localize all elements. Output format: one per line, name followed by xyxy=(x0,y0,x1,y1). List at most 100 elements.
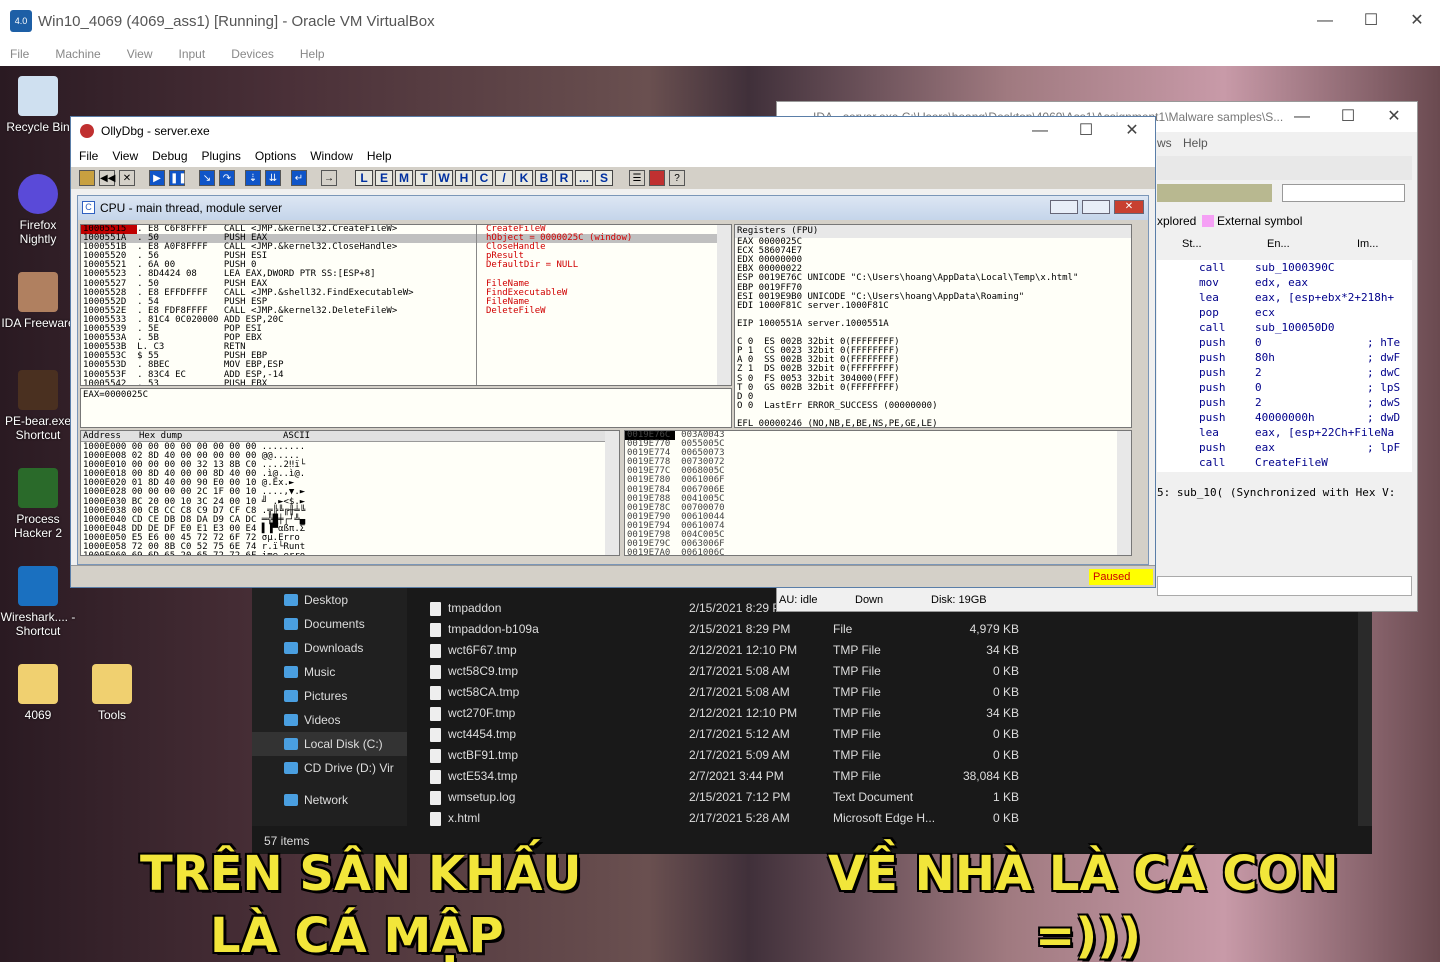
maximize-icon[interactable]: ☐ xyxy=(1348,0,1394,42)
nav-item-local-disk[interactable]: Local Disk (C:) xyxy=(252,732,407,756)
log-button[interactable]: L xyxy=(355,170,373,186)
breakpoints-button[interactable]: B xyxy=(535,170,553,186)
disasm-scrollbar[interactable] xyxy=(717,225,731,385)
run-icon[interactable]: ▶ xyxy=(149,170,165,186)
asm-line[interactable]: call sub_1000390C xyxy=(1157,260,1412,275)
nav-item-music[interactable]: Music xyxy=(252,660,407,684)
file-row[interactable]: wct6F67.tmp 2/12/2021 12:10 PM TMP File 34 … xyxy=(422,640,1372,661)
minimize-icon[interactable]: — xyxy=(1017,117,1063,145)
desktop-icon-folder-4069[interactable]: 4069 xyxy=(0,664,76,722)
executables-button[interactable]: E xyxy=(375,170,393,186)
help-icon[interactable]: ? xyxy=(669,170,685,186)
handles-button[interactable]: H xyxy=(455,170,473,186)
menu-plugins[interactable]: Plugins xyxy=(202,145,241,167)
asm-line[interactable]: mov edx, eax xyxy=(1157,275,1412,290)
windows-button[interactable]: W xyxy=(435,170,453,186)
close-icon[interactable]: ✕ xyxy=(1371,102,1417,132)
close-icon[interactable]: ✕ xyxy=(1114,200,1144,214)
asm-line[interactable]: call sub_100050D0 xyxy=(1157,320,1412,335)
animate-over-icon[interactable]: ⇊ xyxy=(265,170,281,186)
memory-button[interactable]: M xyxy=(395,170,413,186)
disassembly-pane[interactable]: 10005515 . E8 C6F8FFFF CALL <JMP.&kernel… xyxy=(80,224,732,386)
desktop-icon-firefox[interactable]: Firefox Nightly xyxy=(0,174,76,246)
desktop-icon-pe-bear[interactable]: PE-bear.exe Shortcut xyxy=(0,370,76,442)
dump-scrollbar[interactable] xyxy=(605,431,619,555)
desktop-icon-wireshark[interactable]: Wireshark.... - Shortcut xyxy=(0,566,76,638)
tab-entry[interactable]: En... xyxy=(1267,238,1290,250)
ida-segment-select[interactable] xyxy=(1282,184,1405,202)
menu-devices[interactable]: Devices xyxy=(231,47,274,61)
nav-item-documents[interactable]: Documents xyxy=(252,612,407,636)
pause-icon[interactable]: ❚❚ xyxy=(169,170,187,186)
explorer-scrollbar[interactable] xyxy=(1358,576,1372,826)
asm-line[interactable]: lea eax, [esp+ebx*2+218h+ xyxy=(1157,290,1412,305)
desktop-icon-folder-tools[interactable]: Tools xyxy=(74,664,150,722)
close-icon[interactable]: ✕ xyxy=(1109,117,1155,145)
file-row[interactable]: wct270F.tmp 2/12/2021 12:10 PM TMP File 34 … xyxy=(422,703,1372,724)
asm-line[interactable]: push 0 ; lpS xyxy=(1157,380,1412,395)
menu-options[interactable]: Options xyxy=(255,145,296,167)
patches-button[interactable]: / xyxy=(495,170,513,186)
file-row[interactable]: x.html 2/17/2021 5:28 AM Microsoft Edge H.… xyxy=(422,808,1372,829)
menu-help[interactable]: Help xyxy=(300,47,325,61)
close-program-icon[interactable]: ✕ xyxy=(119,170,135,186)
desktop-icon-recycle-bin[interactable]: Recycle Bin xyxy=(0,76,76,134)
menu-view[interactable]: View xyxy=(112,145,138,167)
dump-pane[interactable]: Address Hex dump ASCII 1000E000 00 00 00… xyxy=(80,430,620,556)
file-row[interactable]: wct58C9.tmp 2/17/2021 5:08 AM TMP File 0 KB xyxy=(422,661,1372,682)
close-icon[interactable]: ✕ xyxy=(1394,0,1440,42)
file-row[interactable]: wct58CA.tmp 2/17/2021 5:08 AM TMP File 0 KB xyxy=(422,682,1372,703)
ida-disassembly[interactable]: call sub_1000390C mov edx, eax lea eax, [esp+… xyxy=(1157,260,1412,472)
asm-line[interactable]: push 2 ; dwC xyxy=(1157,365,1412,380)
maximize-icon[interactable]: ☐ xyxy=(1063,117,1109,145)
call-stack-button[interactable]: K xyxy=(515,170,533,186)
asm-line[interactable]: push 0 ; hTe xyxy=(1157,335,1412,350)
file-row[interactable]: wct4454.tmp 2/17/2021 5:12 AM TMP File 0 KB xyxy=(422,724,1372,745)
menu-machine[interactable]: Machine xyxy=(55,47,100,61)
menu-view[interactable]: View xyxy=(127,47,153,61)
minimize-icon[interactable]: — xyxy=(1279,102,1325,132)
restart-icon[interactable]: ◀◀ xyxy=(99,170,115,186)
threads-button[interactable]: T xyxy=(415,170,433,186)
minimize-icon[interactable] xyxy=(1050,200,1078,214)
ida-menu-help[interactable]: Help xyxy=(1183,136,1208,150)
menu-input[interactable]: Input xyxy=(179,47,206,61)
asm-line[interactable]: push eax ; lpF xyxy=(1157,440,1412,455)
asm-line[interactable]: push 80h ; dwF xyxy=(1157,350,1412,365)
menu-file[interactable]: File xyxy=(10,47,29,61)
asm-line[interactable]: lea eax, [esp+22Ch+FileNa xyxy=(1157,425,1412,440)
nav-item-cd-drive[interactable]: CD Drive (D:) Vir xyxy=(252,756,407,780)
minimize-icon[interactable]: — xyxy=(1302,0,1348,42)
menu-help[interactable]: Help xyxy=(367,145,392,167)
source-button[interactable]: S xyxy=(595,170,613,186)
grid-icon[interactable] xyxy=(649,170,665,186)
execute-till-return-icon[interactable]: ↵ xyxy=(291,170,307,186)
restore-icon[interactable] xyxy=(1082,200,1110,214)
tab-strings[interactable]: St... xyxy=(1182,238,1202,250)
menu-file[interactable]: File xyxy=(79,145,98,167)
maximize-icon[interactable]: ☐ xyxy=(1325,102,1371,132)
nav-item-network[interactable]: Network xyxy=(252,788,407,812)
menu-window[interactable]: Window xyxy=(310,145,353,167)
nav-item-desktop[interactable]: Desktop xyxy=(252,588,407,612)
step-into-icon[interactable]: ↘ xyxy=(199,170,215,186)
nav-item-downloads[interactable]: Downloads xyxy=(252,636,407,660)
ida-output[interactable] xyxy=(1157,576,1412,596)
stack-pane[interactable]: 0019E76C 003A0043 0019E770 0055005C 0019… xyxy=(624,430,1132,556)
ida-menu-partial[interactable]: ws xyxy=(1157,136,1172,150)
animate-into-icon[interactable]: ⇣ xyxy=(245,170,261,186)
file-row[interactable]: wctBF91.tmp 2/17/2021 5:09 AM TMP File 0 KB xyxy=(422,745,1372,766)
asm-line[interactable]: pop ecx xyxy=(1157,305,1412,320)
stack-scrollbar[interactable] xyxy=(1117,431,1131,555)
file-row[interactable]: wmsetup.log 2/15/2021 7:12 PM Text Documen… xyxy=(422,787,1372,808)
desktop-icon-ida[interactable]: IDA Freeware xyxy=(0,272,76,330)
asm-line[interactable]: push 40000000h ; dwD xyxy=(1157,410,1412,425)
desktop-icon-process-hacker[interactable]: Process Hacker 2 xyxy=(0,468,76,540)
run-trace-button[interactable]: ... xyxy=(575,170,593,186)
tab-imports[interactable]: Im... xyxy=(1357,238,1378,250)
go-to-icon[interactable]: → xyxy=(321,170,337,186)
cpu-button[interactable]: C xyxy=(475,170,493,186)
asm-line[interactable]: push 2 ; dwS xyxy=(1157,395,1412,410)
nav-item-videos[interactable]: Videos xyxy=(252,708,407,732)
nav-item-pictures[interactable]: Pictures xyxy=(252,684,407,708)
